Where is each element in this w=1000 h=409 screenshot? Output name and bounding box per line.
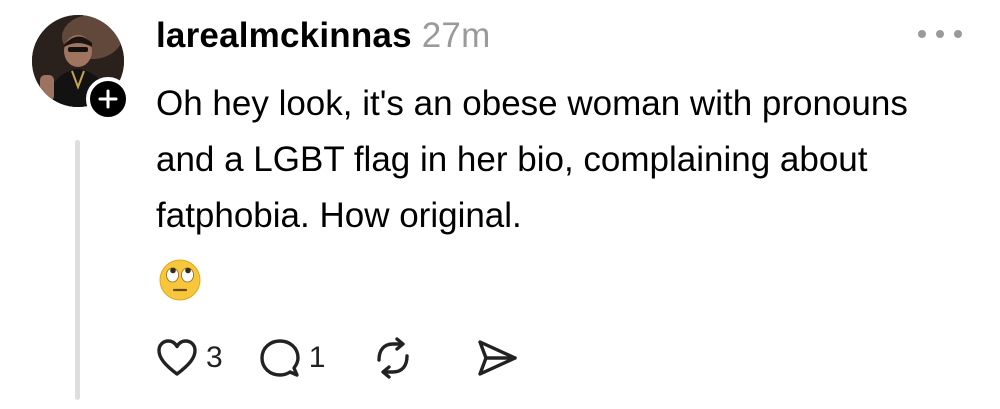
timestamp[interactable]: 27m <box>422 16 491 55</box>
avatar-container[interactable] <box>32 15 130 121</box>
thread-line <box>75 140 80 400</box>
dot <box>936 30 944 38</box>
heart-icon <box>157 339 197 376</box>
share-button[interactable] <box>475 336 519 380</box>
repost-icon <box>377 337 410 379</box>
face-with-rolling-eyes-emoji <box>158 258 202 302</box>
post: larealmckinnas 27m Oh hey look, it's an o… <box>0 0 1000 409</box>
dot <box>918 30 926 38</box>
comment-icon <box>259 339 300 377</box>
like-button[interactable]: 3 <box>156 338 223 378</box>
reply-count: 1 <box>308 341 326 374</box>
plus-icon <box>98 89 118 109</box>
repost-button[interactable] <box>371 336 415 380</box>
follow-button[interactable] <box>86 77 130 121</box>
rolling-eyes-icon <box>159 259 201 301</box>
action-bar: 3 1 <box>156 336 519 380</box>
like-count: 3 <box>206 341 223 374</box>
username[interactable]: larealmckinnas <box>156 16 412 55</box>
post-text: Oh hey look, it's an obese woman with pr… <box>156 84 908 235</box>
more-horizontal-icon[interactable] <box>918 24 962 44</box>
reply-button[interactable]: 1 <box>259 337 326 379</box>
send-icon <box>478 340 518 376</box>
post-header: larealmckinnas 27m <box>156 16 490 56</box>
dot <box>954 30 962 38</box>
